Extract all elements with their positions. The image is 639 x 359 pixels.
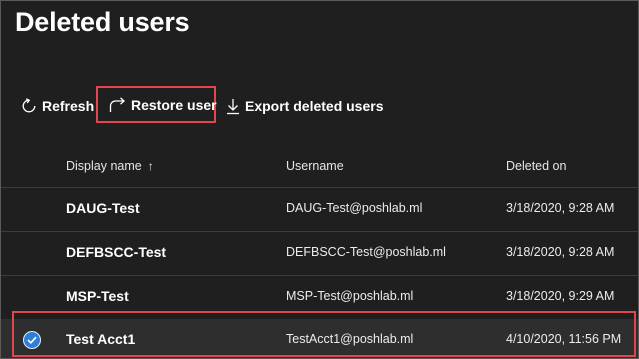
restore-user-button[interactable]: Restore user: [96, 86, 217, 123]
column-header-display-name[interactable]: Display name ↑: [66, 159, 154, 173]
column-header-display-name-label: Display name: [66, 159, 142, 173]
display-name-cell: MSP-Test: [66, 288, 129, 304]
column-header-deleted-on[interactable]: Deleted on: [506, 159, 566, 173]
table-header: Display name ↑ Username Deleted on: [1, 145, 638, 187]
display-name-cell: DAUG-Test: [66, 200, 140, 216]
username-cell: DEFBSCC-Test@poshlab.ml: [286, 245, 446, 259]
page-title: Deleted users: [15, 7, 190, 37]
restore-icon: [109, 96, 126, 113]
restore-user-label: Restore user: [131, 96, 217, 113]
refresh-label: Refresh: [42, 98, 95, 114]
display-name-cell: Test Acct1: [66, 331, 136, 347]
download-icon: [226, 98, 240, 115]
table-row-selected[interactable]: Test Acct1 TestAcct1@poshlab.ml 4/10/202…: [1, 319, 638, 358]
deleted-on-cell: 4/10/2020, 11:56 PM: [506, 332, 622, 346]
table-row[interactable]: DEFBSCC-Test DEFBSCC-Test@poshlab.ml 3/1…: [1, 231, 638, 275]
export-deleted-users-button[interactable]: Export deleted users: [226, 89, 384, 123]
column-header-username[interactable]: Username: [286, 159, 344, 173]
table-row[interactable]: MSP-Test MSP-Test@poshlab.ml 3/18/2020, …: [1, 275, 638, 319]
username-cell: DAUG-Test@poshlab.ml: [286, 201, 423, 215]
refresh-button[interactable]: Refresh: [21, 89, 94, 123]
display-name-cell: DEFBSCC-Test: [66, 244, 167, 260]
deleted-on-cell: 3/18/2020, 9:28 AM: [506, 245, 615, 259]
sort-ascending-icon: ↑: [147, 159, 154, 173]
deleted-on-cell: 3/18/2020, 9:29 AM: [506, 289, 615, 303]
toolbar: Refresh Restore user Export deleted user…: [1, 86, 638, 123]
username-cell: MSP-Test@poshlab.ml: [286, 289, 414, 303]
refresh-icon: [21, 98, 37, 114]
username-cell: TestAcct1@poshlab.ml: [286, 332, 414, 346]
deleted-on-cell: 3/18/2020, 9:28 AM: [506, 201, 615, 215]
deleted-users-table: Display name ↑ Username Deleted on DAUG-T…: [1, 145, 638, 358]
checkmark-circle-icon[interactable]: [23, 331, 41, 349]
deleted-users-panel: Deleted users Refresh Restore user Expor…: [0, 0, 639, 359]
table-row[interactable]: DAUG-Test DAUG-Test@poshlab.ml 3/18/2020…: [1, 187, 638, 231]
export-deleted-users-label: Export deleted users: [245, 98, 384, 114]
